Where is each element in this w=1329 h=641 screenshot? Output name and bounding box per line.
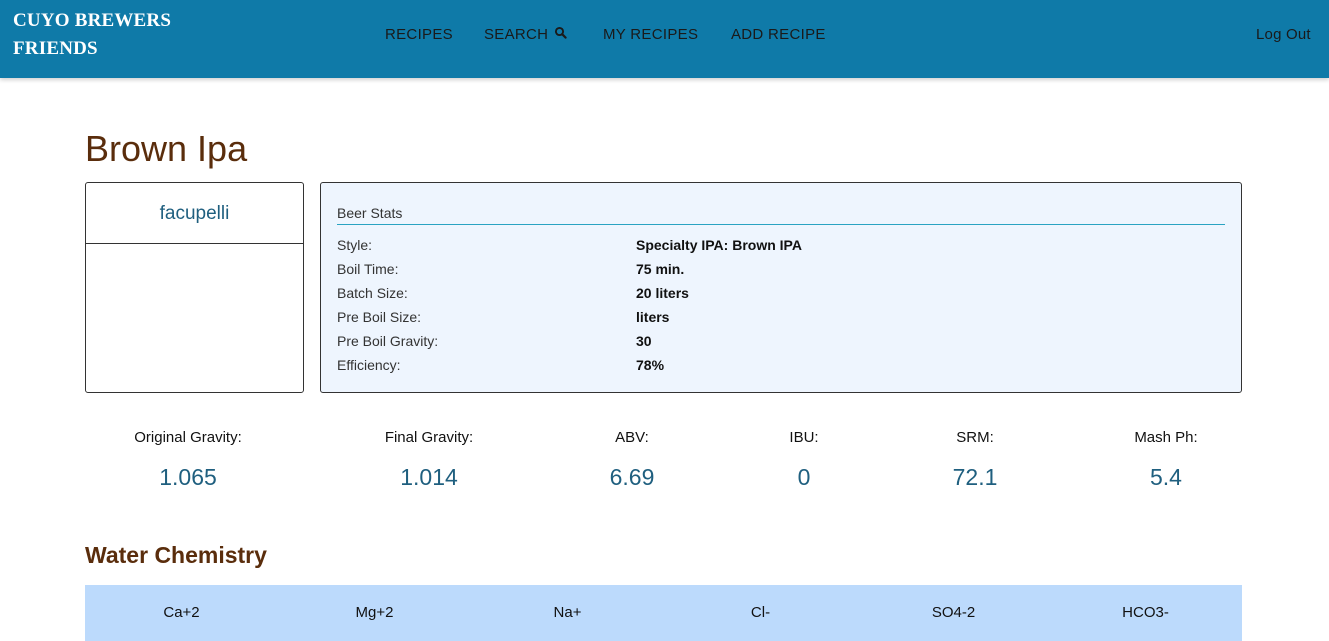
metric-final-gravity: Final Gravity: 1.014	[329, 428, 529, 491]
search-icon	[555, 26, 568, 39]
metric-value: 5.4	[1150, 464, 1182, 490]
stat-label: Efficiency:	[337, 357, 401, 373]
stat-label: Pre Boil Gravity:	[337, 333, 439, 349]
stat-row-batch-size: Batch Size: 20 liters	[337, 281, 1225, 305]
stat-label: Pre Boil Size:	[337, 309, 422, 325]
beer-stats-card: Beer Stats Style: Specialty IPA: Brown I…	[320, 182, 1242, 393]
metric-label: ABV:	[615, 429, 649, 446]
nav-search-label: SEARCH	[484, 26, 549, 43]
stat-row-efficiency: Efficiency: 78%	[337, 353, 1225, 377]
metric-value: 1.065	[159, 464, 217, 490]
stat-value: Specialty IPA: Brown IPA	[636, 237, 802, 253]
metric-original-gravity: Original Gravity: 1.065	[88, 428, 288, 491]
metric-label: SRM:	[956, 429, 994, 446]
beer-stats-heading: Beer Stats	[337, 203, 1225, 225]
stat-value: 78%	[636, 357, 665, 373]
metric-value: 6.69	[609, 464, 655, 490]
brand-logo-text[interactable]: CUYO BREWERS FRIENDS	[13, 7, 233, 63]
stat-row-pre-boil-gravity: Pre Boil Gravity: 30	[337, 329, 1225, 353]
stat-value: 20 liters	[636, 285, 689, 301]
metric-label: Original Gravity:	[134, 429, 242, 446]
author-card: facupelli	[85, 182, 304, 393]
metric-value: 0	[797, 464, 811, 490]
water-chemistry-title: Water Chemistry	[85, 542, 267, 568]
column-header-cl: Cl-	[750, 604, 771, 621]
column-header-na: Na+	[553, 604, 582, 621]
logout-link[interactable]: Log Out	[1256, 25, 1311, 45]
nav-add-recipe-link[interactable]: ADD RECIPE	[731, 25, 826, 45]
stat-label: Boil Time:	[337, 261, 399, 277]
metric-mash-ph: Mash Ph: 5.4	[1066, 428, 1266, 491]
metric-label: Final Gravity:	[384, 429, 474, 446]
metric-label: Mash Ph:	[1134, 429, 1198, 446]
metric-abv: ABV: 6.69	[532, 428, 732, 491]
stat-label: Style:	[337, 237, 373, 253]
metric-value: 72.1	[952, 464, 998, 490]
column-header-so4: SO4-2	[931, 604, 976, 621]
metric-label: IBU:	[789, 429, 819, 446]
page-title: Brown Ipa	[85, 128, 248, 169]
column-header-hco3: HCO3-	[1122, 604, 1169, 621]
stat-value: 30	[636, 333, 652, 349]
top-navbar: CUYO BREWERS FRIENDS RECIPES SEARCH MY R…	[0, 0, 1329, 78]
column-header-mg: Mg+2	[355, 604, 394, 621]
stat-row-style: Style: Specialty IPA: Brown IPA	[337, 233, 1225, 257]
metric-srm: SRM: 72.1	[875, 428, 1075, 491]
metric-value: 1.014	[400, 464, 458, 490]
stat-value: liters	[636, 309, 670, 325]
nav-search-link[interactable]: SEARCH	[484, 25, 568, 45]
water-chemistry-table-header: Ca+2 Mg+2 Na+ Cl- SO4-2 HCO3-	[85, 585, 1242, 641]
stat-value: 75 min.	[636, 261, 685, 277]
stat-label: Batch Size:	[337, 285, 408, 301]
stat-row-pre-boil-size: Pre Boil Size: liters	[337, 305, 1225, 329]
nav-recipes-link[interactable]: RECIPES	[385, 25, 453, 45]
author-name[interactable]: facupelli	[86, 183, 303, 244]
stat-row-boil-time: Boil Time: 75 min.	[337, 257, 1225, 281]
metric-ibu: IBU: 0	[704, 428, 904, 491]
nav-my-recipes-link[interactable]: MY RECIPES	[603, 25, 698, 45]
column-header-ca: Ca+2	[163, 604, 200, 621]
